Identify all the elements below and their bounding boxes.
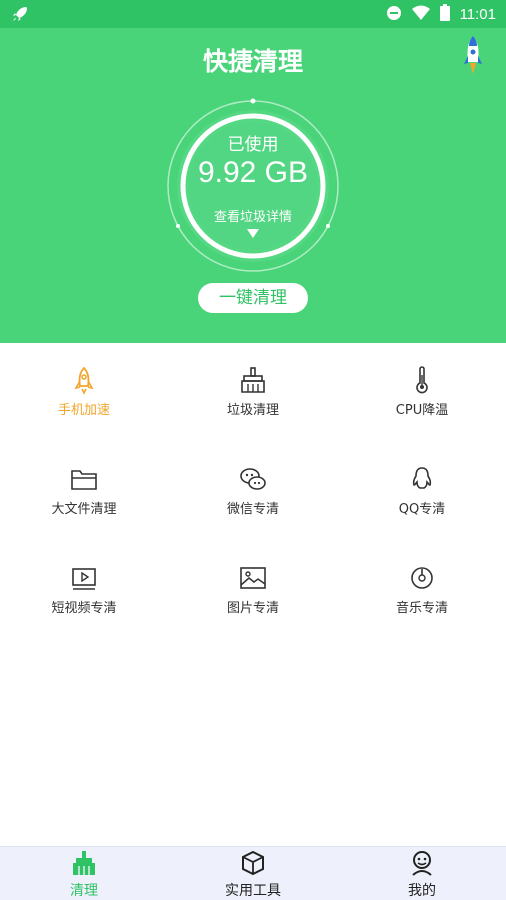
caret-down-icon [247, 229, 259, 238]
image-icon [240, 567, 266, 589]
wechat-icon [240, 468, 266, 490]
tool-qq-clean[interactable]: QQ专清 [338, 442, 506, 522]
tool-label: QQ专清 [398, 502, 446, 517]
tool-label: 图片专清 [226, 601, 279, 616]
profile-icon [412, 851, 432, 876]
cube-icon [242, 850, 264, 876]
view-junk-details-link[interactable]: 查看垃圾详情 [163, 206, 343, 225]
nav-tab-clean[interactable]: 清理 [0, 847, 168, 900]
tool-image-clean[interactable]: 图片专清 [169, 541, 337, 621]
do-not-disturb-icon [386, 5, 402, 25]
tool-wechat-clean[interactable]: 微信专清 [169, 442, 337, 522]
tool-label: 大文件清理 [51, 502, 117, 517]
storage-gauge[interactable]: 已使用 9.92 GB 查看垃圾详情 [163, 96, 343, 276]
qq-icon [412, 467, 432, 489]
nav-label: 我的 [408, 883, 436, 899]
thermometer-icon [416, 366, 428, 394]
used-label: 已使用 [227, 135, 279, 155]
used-value: 9.92 GB [197, 156, 309, 189]
tool-label: 手机加速 [57, 403, 110, 418]
tool-label: 微信专清 [226, 502, 279, 517]
page-title: 快捷清理 [202, 47, 303, 76]
tool-short-video-clean[interactable]: 短视频专清 [0, 541, 168, 621]
rocket-icon[interactable] [460, 34, 486, 78]
music-disc-icon [411, 567, 433, 589]
header-panel: 快捷清理 已使用 9.92 GB 查看垃圾详情 一键清理 [0, 28, 506, 343]
rocket-icon [74, 366, 94, 395]
folder-icon [71, 470, 97, 490]
broom-icon [73, 851, 95, 875]
tool-label: CPU降温 [395, 403, 449, 418]
tool-label: 垃圾清理 [226, 403, 279, 418]
tool-label: 短视频专清 [51, 601, 117, 616]
one-click-clean-button[interactable]: 一键清理 [198, 283, 308, 313]
broom-icon [241, 367, 265, 393]
rocket-notification-icon [10, 4, 30, 28]
tool-large-file-clean[interactable]: 大文件清理 [0, 442, 168, 522]
tool-label: 音乐专清 [395, 601, 448, 616]
nav-tab-tools[interactable]: 实用工具 [169, 847, 337, 900]
status-time: 11:01 [459, 6, 496, 23]
nav-label: 实用工具 [225, 883, 281, 899]
bottom-nav: 清理 实用工具 我的 [0, 846, 506, 900]
tool-music-clean[interactable]: 音乐专清 [338, 541, 506, 621]
tool-junk-clean[interactable]: 垃圾清理 [169, 343, 337, 423]
nav-tab-profile[interactable]: 我的 [338, 847, 506, 900]
video-icon [72, 568, 96, 590]
tool-cpu-cool[interactable]: CPU降温 [338, 343, 506, 423]
nav-label: 清理 [70, 883, 98, 899]
battery-icon [439, 4, 450, 25]
tool-phone-boost[interactable]: 手机加速 [0, 343, 168, 423]
status-bar: 11:01 [0, 0, 506, 28]
wifi-icon [411, 5, 430, 25]
